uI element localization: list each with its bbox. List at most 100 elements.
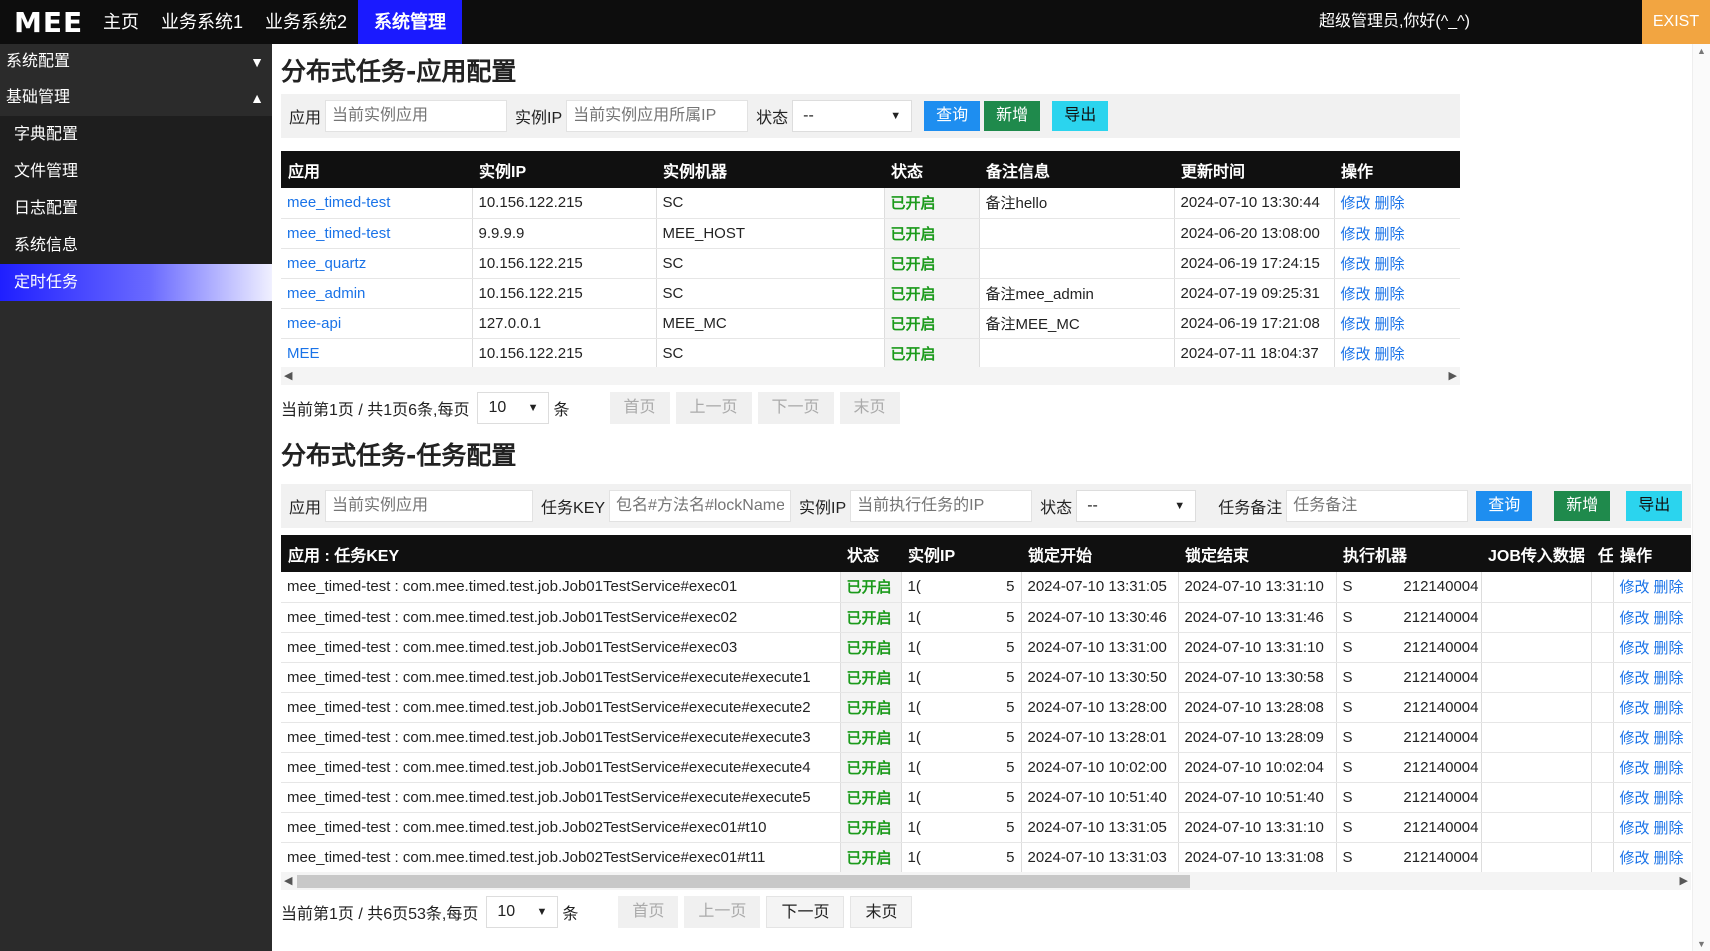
delete-link[interactable]: 删除 [1654,790,1684,807]
page-size-select[interactable]: 10 ▼ [477,392,550,424]
exec-machine-cell: S 212140004 [1335,722,1481,753]
edit-link[interactable]: 修改 [1620,610,1650,627]
app-link[interactable]: MEE [281,338,472,369]
app-query-button[interactable]: 查询 [924,101,981,131]
app-link[interactable]: mee_quartz [281,248,472,279]
table-row: MEE 10.156.122.215 SC 已开启 2024-07-11 18:04:3… [281,338,1460,369]
edit-link[interactable]: 修改 [1341,316,1371,333]
edit-link[interactable]: 修改 [1341,286,1371,303]
remark-cell [979,218,1174,249]
delete-link[interactable]: 删除 [1375,256,1405,273]
edit-link[interactable]: 修改 [1620,820,1650,837]
nav-home[interactable]: 主页 [92,0,150,44]
delete-link[interactable]: 删除 [1654,700,1684,717]
sidebar-item-logs[interactable]: 日志配置 [0,190,272,227]
scroll-right-icon[interactable]: ▶ [1449,369,1457,382]
sidebar-group-basic-management[interactable]: 基础管理 ▲ [0,80,272,116]
scroll-up-icon[interactable]: ▲ [1697,46,1706,56]
delete-link[interactable]: 删除 [1654,820,1684,837]
logo: MEE [14,6,84,39]
edit-link[interactable]: 修改 [1620,640,1650,657]
scroll-right-icon[interactable]: ▶ [1680,874,1688,887]
task-export-button[interactable]: 导出 [1626,491,1683,521]
status-badge: 已开启 [839,572,902,603]
task-key-cell: mee_timed-test : com.mee.timed.test.job.… [281,812,840,843]
sidebar-item-scheduled-tasks[interactable]: 定时任务 [0,264,272,301]
delete-link[interactable]: 删除 [1654,610,1684,627]
app-link[interactable]: mee_timed-test [281,218,472,249]
nav-business-2[interactable]: 业务系统2 [254,0,358,44]
delete-link[interactable]: 删除 [1375,226,1405,243]
delete-link[interactable]: 删除 [1654,670,1684,687]
machine-cell: SC [655,278,884,309]
app-filter-input[interactable] [325,100,508,132]
table-row: mee_timed-test : com.mee.timed.test.job.… [281,692,1691,723]
sidebar-item-dictionary[interactable]: 字典配置 [0,116,272,153]
prev-page-button[interactable]: 上一页 [675,392,752,424]
scroll-down-icon[interactable]: ▼ [1697,939,1706,949]
first-page-button[interactable]: 首页 [618,896,679,928]
table-row: mee_timed-test : com.mee.timed.test.job.… [281,572,1691,603]
ip-filter-input[interactable] [566,100,749,132]
edit-link[interactable]: 修改 [1341,346,1371,363]
nav-business-1[interactable]: 业务系统1 [150,0,254,44]
edit-link[interactable]: 修改 [1620,579,1650,596]
delete-link[interactable]: 删除 [1375,316,1405,333]
app-link[interactable]: mee_admin [281,278,472,309]
exec-machine-cell: S 212140004 [1335,782,1481,813]
delete-link[interactable]: 删除 [1654,850,1684,867]
sidebar-group-system-config[interactable]: 系统配置 ▼ [0,44,272,80]
truncated-cell [1590,572,1613,603]
app-export-button[interactable]: 导出 [1052,101,1109,131]
delete-link[interactable]: 删除 [1654,760,1684,777]
next-page-button[interactable]: 下一页 [757,392,834,424]
prev-page-button[interactable]: 上一页 [684,896,761,928]
task-add-button[interactable]: 新增 [1554,491,1611,521]
last-page-button[interactable]: 末页 [850,896,913,928]
edit-link[interactable]: 修改 [1341,256,1371,273]
edit-link[interactable]: 修改 [1620,760,1650,777]
nav-system-admin[interactable]: 系统管理 [358,0,463,44]
sidebar-group-label: 系统配置 [6,53,71,70]
task-key-cell: mee_timed-test : com.mee.timed.test.job.… [281,752,840,783]
delete-link[interactable]: 删除 [1375,286,1405,303]
task-ip-filter-input[interactable] [850,490,1033,522]
sidebar-item-system-info[interactable]: 系统信息 [0,227,272,264]
edit-link[interactable]: 修改 [1620,730,1650,747]
truncated-cell [1590,602,1613,633]
task-key-filter-input[interactable] [609,490,792,522]
edit-link[interactable]: 修改 [1620,700,1650,717]
scrollbar-thumb[interactable] [297,875,1190,888]
delete-link[interactable]: 删除 [1375,346,1405,363]
last-page-button[interactable]: 末页 [839,392,900,424]
sidebar-item-files[interactable]: 文件管理 [0,153,272,190]
page-scrollbar[interactable]: ▲ ▼ [1692,44,1710,951]
task-remark-filter-input[interactable] [1286,490,1469,522]
delete-link[interactable]: 删除 [1654,730,1684,747]
status-filter-select[interactable]: -- ▼ [792,100,913,132]
task-app-filter-input[interactable] [325,490,534,522]
delete-link[interactable]: 删除 [1654,579,1684,596]
delete-link[interactable]: 删除 [1375,195,1405,212]
edit-link[interactable]: 修改 [1341,226,1371,243]
edit-link[interactable]: 修改 [1620,670,1650,687]
next-page-button[interactable]: 下一页 [766,896,845,928]
task-table-scrollbar[interactable]: ◀ ▶ [281,872,1691,890]
app-add-button[interactable]: 新增 [984,101,1041,131]
app-link[interactable]: mee_timed-test [281,188,472,219]
scroll-left-icon[interactable]: ◀ [284,369,292,382]
scroll-left-icon[interactable]: ◀ [284,874,292,887]
page-size-select[interactable]: 10 ▼ [486,896,559,928]
delete-link[interactable]: 删除 [1654,640,1684,657]
first-page-button[interactable]: 首页 [609,392,670,424]
table-row: mee_timed-test : com.mee.timed.test.job.… [281,602,1691,633]
edit-link[interactable]: 修改 [1620,850,1650,867]
app-table-scrollbar[interactable]: ◀ ▶ [281,367,1460,385]
edit-link[interactable]: 修改 [1341,195,1371,212]
exit-button[interactable]: EXIST [1642,0,1710,44]
app-link[interactable]: mee-api [281,308,472,339]
task-query-button[interactable]: 查询 [1476,491,1533,521]
truncated-cell [1590,662,1613,693]
task-status-filter-select[interactable]: -- ▼ [1076,490,1197,522]
edit-link[interactable]: 修改 [1620,790,1650,807]
